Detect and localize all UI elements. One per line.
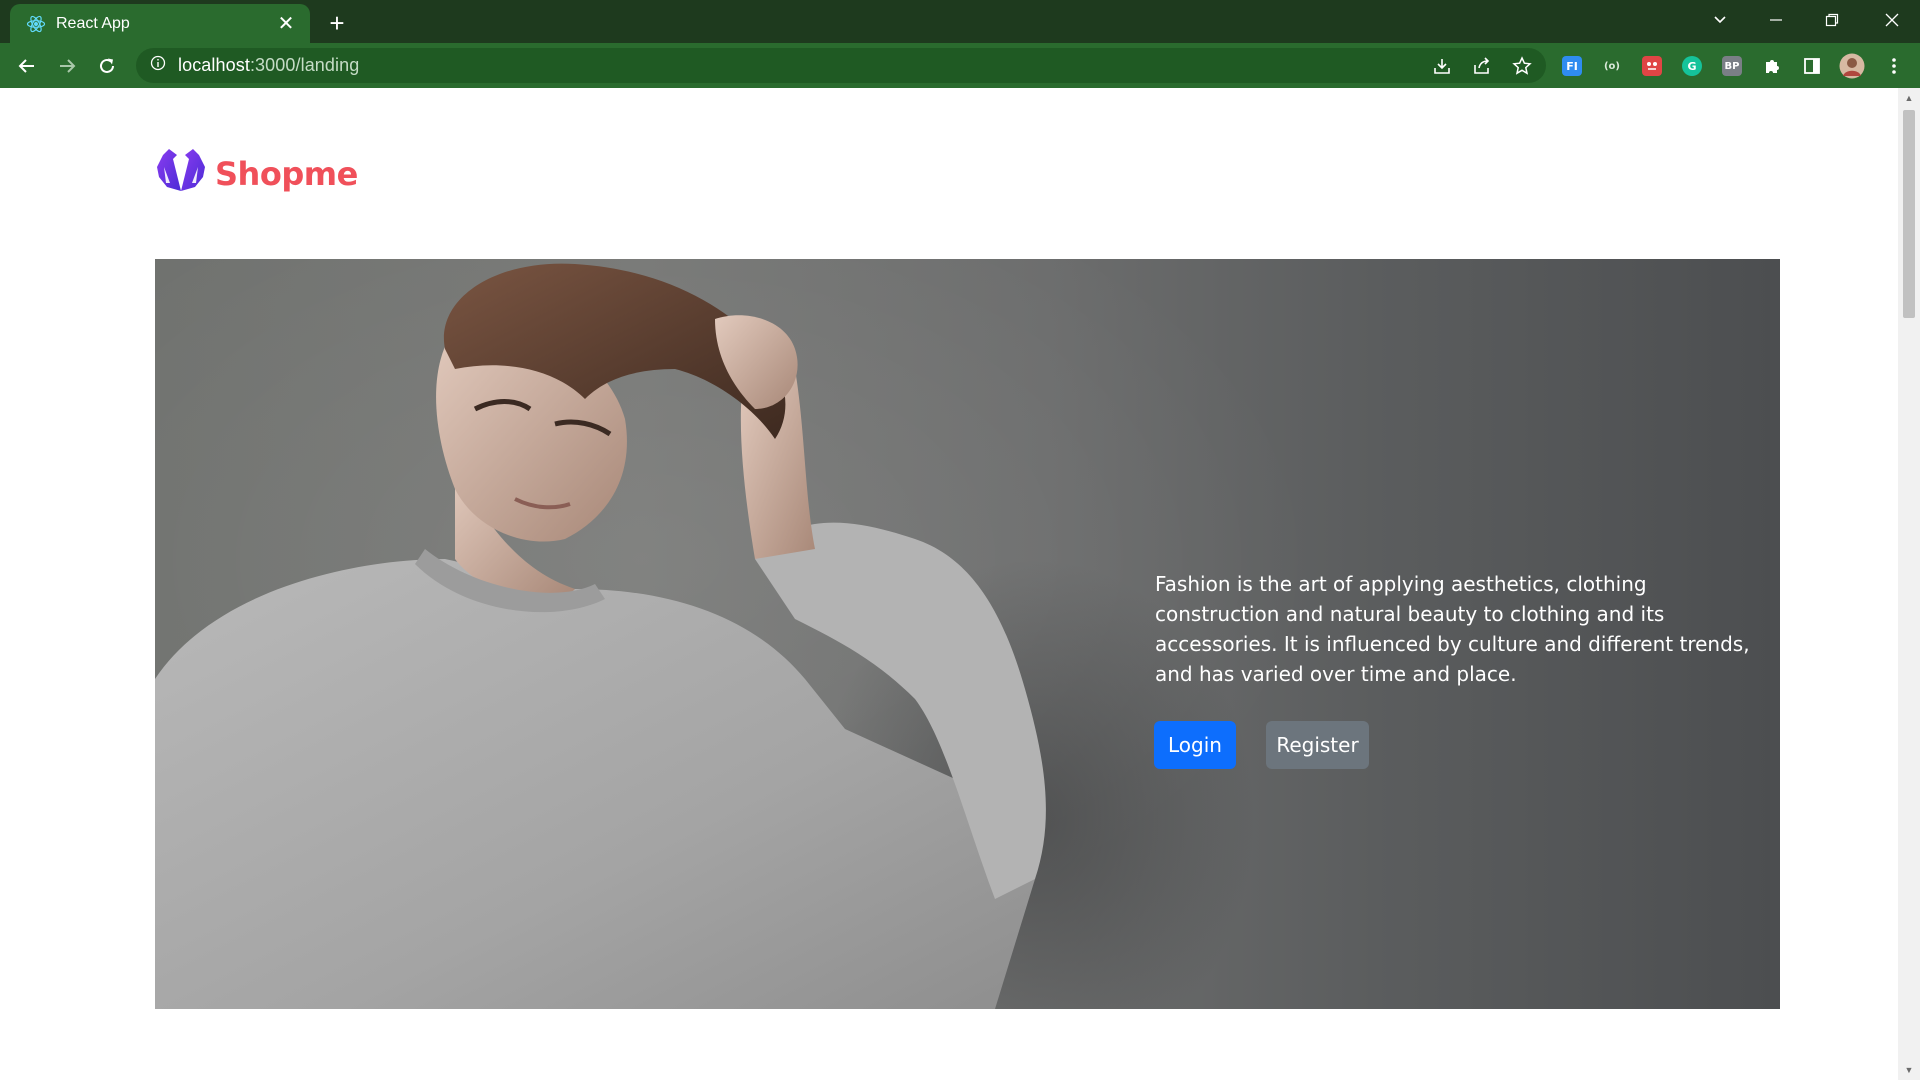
react-icon	[26, 14, 46, 34]
fi-extension-label: FI	[1562, 56, 1582, 76]
scroll-up-arrow-icon[interactable]: ▲	[1903, 92, 1915, 104]
forward-arrow-icon[interactable]	[51, 50, 83, 82]
scrollbar-thumb[interactable]	[1903, 110, 1915, 318]
login-button[interactable]: Login	[1154, 721, 1236, 769]
install-app-icon[interactable]	[1428, 52, 1456, 80]
address-bar[interactable]: localhost:3000/landing	[136, 48, 1546, 83]
scroll-down-arrow-icon[interactable]: ▼	[1903, 1064, 1915, 1076]
bookmark-star-icon[interactable]	[1508, 52, 1536, 80]
side-panel-icon[interactable]	[1798, 52, 1826, 80]
page-scrollbar[interactable]: ▲ ▼	[1898, 88, 1920, 1080]
restore-icon[interactable]	[1804, 0, 1860, 40]
hero-banner: Fashion is the art of applying aesthetic…	[155, 259, 1780, 1009]
minimize-icon[interactable]	[1748, 0, 1804, 40]
page-viewport: Shopme Fashion is the art of applying ae…	[0, 88, 1898, 1080]
bp-extension-label: BP	[1722, 56, 1742, 76]
url-path: :3000/landing	[249, 55, 360, 75]
window-close-icon[interactable]	[1864, 0, 1920, 40]
site-info-icon[interactable]	[150, 55, 166, 76]
url-host: localhost	[178, 55, 250, 75]
extensions-puzzle-icon[interactable]	[1758, 52, 1786, 80]
brand-logo[interactable]: Shopme	[155, 147, 358, 200]
bp-extension-icon[interactable]: BP	[1718, 52, 1746, 80]
fi-extension-icon[interactable]: FI	[1558, 52, 1586, 80]
bracket-extension-label: (o)	[1603, 60, 1620, 72]
tab-title: React App	[56, 14, 130, 32]
bracket-extension-icon[interactable]: (o)	[1598, 52, 1626, 80]
grammarly-label: G	[1682, 56, 1702, 76]
tab-search-chevron-icon[interactable]	[1692, 0, 1748, 40]
new-tab-button[interactable]: +	[322, 8, 352, 38]
more-menu-icon[interactable]	[1880, 52, 1908, 80]
back-arrow-icon[interactable]	[11, 50, 43, 82]
url-text: localhost:3000/landing	[178, 55, 359, 76]
hero-description: Fashion is the art of applying aesthetic…	[1155, 572, 1750, 686]
red-extension-icon[interactable]	[1638, 52, 1666, 80]
brand-name: Shopme	[215, 154, 358, 193]
reload-icon[interactable]	[91, 50, 123, 82]
register-button[interactable]: Register	[1266, 721, 1369, 769]
browser-tab[interactable]: React App ✕	[10, 4, 310, 43]
grammarly-icon[interactable]: G	[1678, 52, 1706, 80]
close-icon[interactable]: ✕	[274, 12, 298, 36]
share-icon[interactable]	[1468, 52, 1496, 80]
shopme-logo-icon	[155, 147, 207, 200]
profile-avatar[interactable]	[1838, 52, 1866, 80]
browser-toolbar: localhost:3000/landing FI (o) G BP	[0, 43, 1920, 88]
browser-tab-bar: React App ✕ +	[0, 0, 1920, 43]
